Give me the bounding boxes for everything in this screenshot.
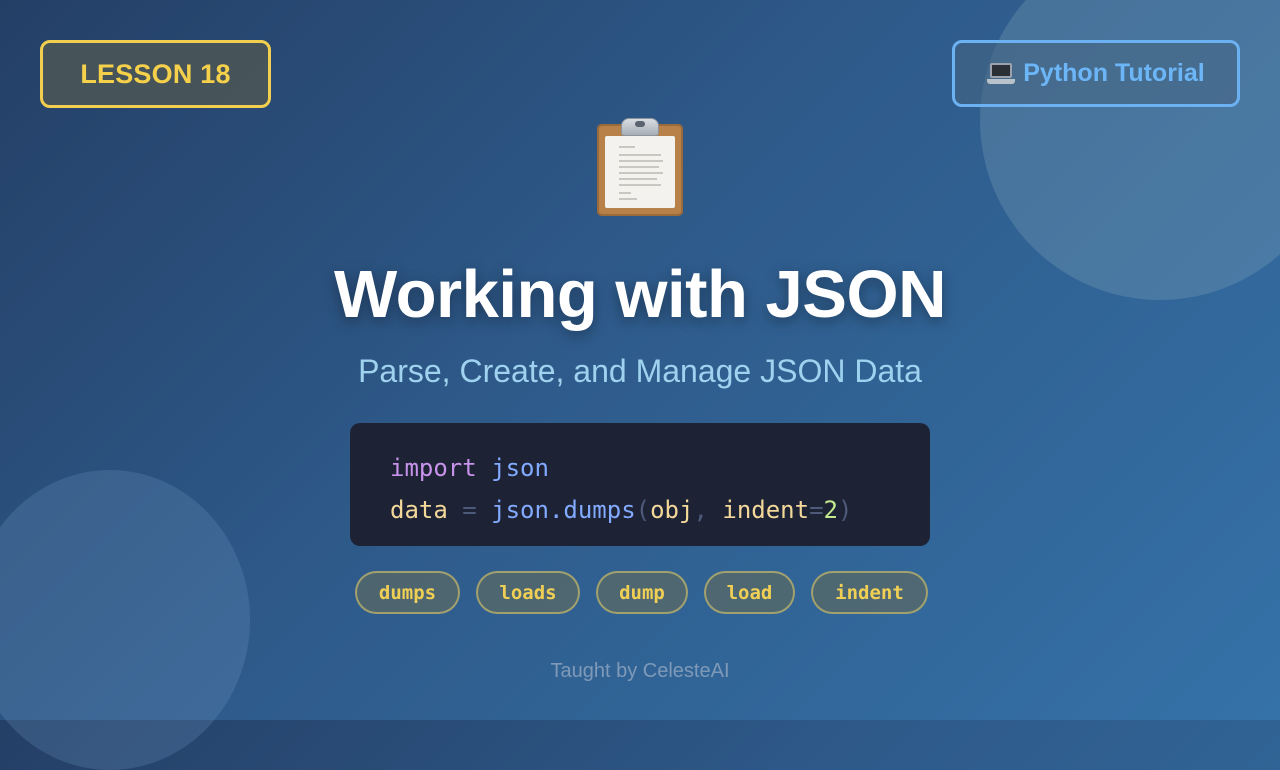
code-function: json.dumps (491, 496, 636, 524)
code-operator: = (462, 496, 477, 524)
code-comma: , (693, 496, 708, 524)
chip-loads: loads (476, 571, 580, 614)
code-keyword-argument: indent (722, 496, 810, 524)
code-line-2: data = json.dumps(obj, indent=2) (390, 489, 890, 531)
code-line-1: import json (390, 447, 890, 489)
footer-credit: Taught by CelesteAI (550, 660, 730, 682)
tutorial-badge-label: Python Tutorial (1023, 59, 1205, 87)
lesson-badge: LESSON 18 (40, 40, 271, 108)
code-equals: = (809, 496, 824, 524)
chip-dump: dump (596, 571, 688, 614)
code-module: json (491, 454, 549, 482)
lesson-badge-label: LESSON 18 (80, 58, 231, 89)
code-argument: obj (650, 496, 694, 524)
chip-load: load (704, 571, 795, 614)
tutorial-badge: Python Tutorial (952, 40, 1240, 107)
code-paren-close: ) (837, 496, 853, 524)
page-title: Working with JSON (334, 257, 946, 332)
chip-indent: indent (811, 571, 928, 614)
chip-dumps: dumps (355, 571, 460, 614)
page-subtitle: Parse, Create, and Manage JSON Data (358, 353, 922, 389)
laptop-icon (987, 62, 1016, 85)
code-variable: data (390, 496, 448, 524)
decorative-circle-bottom-left (0, 470, 250, 770)
code-number: 2 (823, 496, 838, 524)
code-snippet: import json data = json.dumps(obj, indent… (350, 423, 930, 546)
topic-chips: dumps loads dump load indent (355, 571, 928, 614)
code-paren-open: ( (635, 496, 651, 524)
clipboard-icon (597, 118, 683, 216)
code-keyword: import (390, 454, 477, 482)
